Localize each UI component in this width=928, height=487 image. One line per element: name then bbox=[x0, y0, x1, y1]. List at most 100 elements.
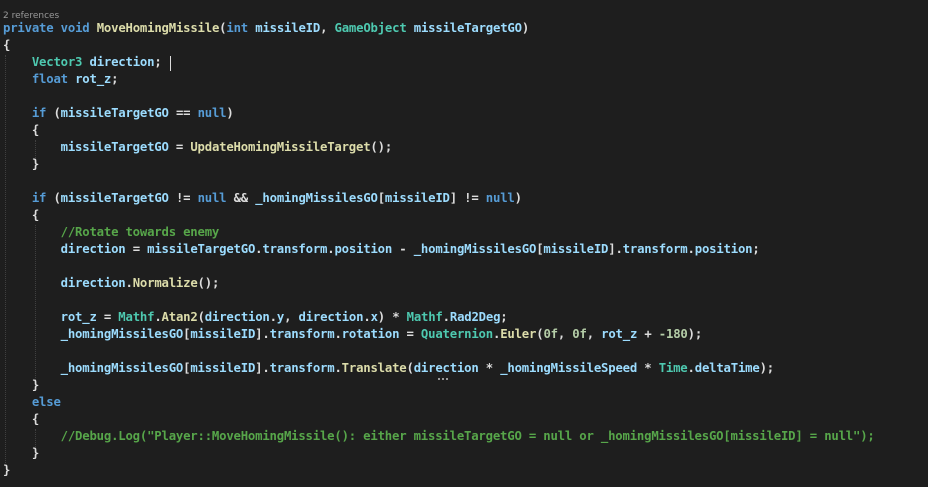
code-line[interactable] bbox=[3, 173, 928, 190]
code-token: ( bbox=[406, 361, 414, 375]
code-token: position bbox=[334, 242, 393, 256]
code-token: { bbox=[3, 38, 11, 52]
code-token: int bbox=[226, 21, 249, 35]
code-token: ) bbox=[521, 21, 530, 35]
code-token: ]. bbox=[255, 361, 270, 375]
code-token: //Debug.Log("Player::MoveHomingMissile()… bbox=[60, 429, 875, 443]
code-token: direction bbox=[298, 310, 364, 324]
code-token: ; bbox=[752, 242, 760, 256]
code-token: MoveHomingMissile bbox=[96, 21, 220, 35]
code-token: } bbox=[3, 378, 40, 392]
code-line[interactable]: missileTargetGO = UpdateHomingMissileTar… bbox=[3, 139, 928, 156]
code-line[interactable]: if (missileTargetGO == null) bbox=[3, 105, 928, 122]
code-token: . bbox=[687, 242, 695, 256]
code-token: { bbox=[3, 208, 40, 222]
code-token: } bbox=[3, 446, 40, 460]
code-token: transform bbox=[262, 242, 328, 256]
code-token: x bbox=[370, 310, 378, 324]
code-token: { bbox=[3, 412, 40, 426]
code-token: (); bbox=[370, 140, 393, 154]
code-line[interactable] bbox=[3, 292, 928, 309]
code-line[interactable]: _homingMissilesGO[missileID].transform.T… bbox=[3, 360, 928, 377]
code-token: ) bbox=[514, 191, 522, 205]
code-token: private bbox=[3, 21, 54, 35]
code-token: direction bbox=[60, 242, 126, 256]
code-token: , bbox=[320, 21, 335, 35]
code-token: } bbox=[3, 463, 11, 477]
code-line[interactable]: _homingMissilesGO[missileID].transform.r… bbox=[3, 326, 928, 343]
code-line[interactable]: { bbox=[3, 122, 928, 139]
code-token: void bbox=[60, 21, 90, 35]
code-token: [ bbox=[377, 191, 385, 205]
code-line[interactable]: if (missileTargetGO != null && _homingMi… bbox=[3, 190, 928, 207]
code-token: if bbox=[31, 191, 47, 205]
code-line[interactable]: { bbox=[3, 37, 928, 54]
code-token: ]. bbox=[608, 242, 623, 256]
code-token: -180 bbox=[658, 327, 688, 341]
code-token: . bbox=[334, 361, 342, 375]
code-line[interactable]: } bbox=[3, 377, 928, 394]
code-token: (); bbox=[197, 276, 220, 290]
code-token: missileID bbox=[190, 361, 256, 375]
code-token: + bbox=[637, 327, 659, 341]
code-line[interactable]: } bbox=[3, 445, 928, 462]
code-token: if bbox=[31, 106, 47, 120]
code-line[interactable]: direction.Normalize(); bbox=[3, 275, 928, 292]
code-token: Time bbox=[658, 361, 688, 375]
code-token: transform bbox=[269, 327, 335, 341]
code-token: = bbox=[399, 327, 421, 341]
code-line[interactable]: rot_z = Mathf.Atan2(direction.y, directi… bbox=[3, 309, 928, 326]
code-line[interactable]: //Rotate towards enemy bbox=[3, 224, 928, 241]
code-token: missileTargetGO bbox=[413, 21, 522, 35]
code-token: ); bbox=[687, 327, 703, 341]
code-token: direction bbox=[204, 310, 270, 324]
code-token: rot_z bbox=[60, 310, 97, 324]
code-editor[interactable]: 2 references private void MoveHomingMiss… bbox=[0, 0, 928, 487]
code-token: . bbox=[269, 310, 277, 324]
code-line[interactable]: direction = missileTargetGO.transform.po… bbox=[3, 241, 928, 258]
code-token: = bbox=[96, 310, 119, 324]
code-line[interactable]: } bbox=[3, 462, 928, 479]
code-line[interactable]: { bbox=[3, 207, 928, 224]
code-token: null bbox=[197, 106, 227, 120]
code-token: Mathf bbox=[406, 310, 443, 324]
code-token: ] != bbox=[449, 191, 486, 205]
code-line[interactable] bbox=[3, 343, 928, 360]
code-line[interactable]: Vector3 direction; bbox=[3, 54, 928, 71]
code-line[interactable]: { bbox=[3, 411, 928, 428]
code-token: _homingMissilesGO bbox=[413, 242, 537, 256]
code-token: ; bbox=[111, 72, 119, 86]
code-token: missileID bbox=[255, 21, 321, 35]
code-token: null bbox=[197, 191, 227, 205]
code-line[interactable]: } bbox=[3, 156, 928, 173]
code-token: direction bbox=[60, 276, 126, 290]
code-line[interactable] bbox=[3, 258, 928, 275]
code-line[interactable]: else bbox=[3, 394, 928, 411]
code-line[interactable]: float rot_z; bbox=[3, 71, 928, 88]
suggestion-dots bbox=[438, 376, 448, 380]
code-token: missileID bbox=[190, 327, 256, 341]
code-token: , bbox=[557, 327, 573, 341]
code-line[interactable] bbox=[3, 88, 928, 105]
code-line[interactable]: //Debug.Log("Player::MoveHomingMissile()… bbox=[3, 428, 928, 445]
code-token: ( bbox=[197, 310, 205, 324]
code-token: _homingMissilesGO bbox=[60, 327, 184, 341]
code-token: ]. bbox=[255, 327, 270, 341]
code-line[interactable]: private void MoveHomingMissile(int missi… bbox=[3, 20, 928, 37]
code-token: , bbox=[586, 327, 602, 341]
code-token: rotation bbox=[341, 327, 400, 341]
code-token: Euler bbox=[500, 327, 537, 341]
code-token: . bbox=[334, 327, 342, 341]
code-token: direction bbox=[413, 361, 479, 375]
code-token: ( bbox=[46, 106, 61, 120]
code-token: transform bbox=[622, 242, 688, 256]
code-token: missileID bbox=[384, 191, 450, 205]
